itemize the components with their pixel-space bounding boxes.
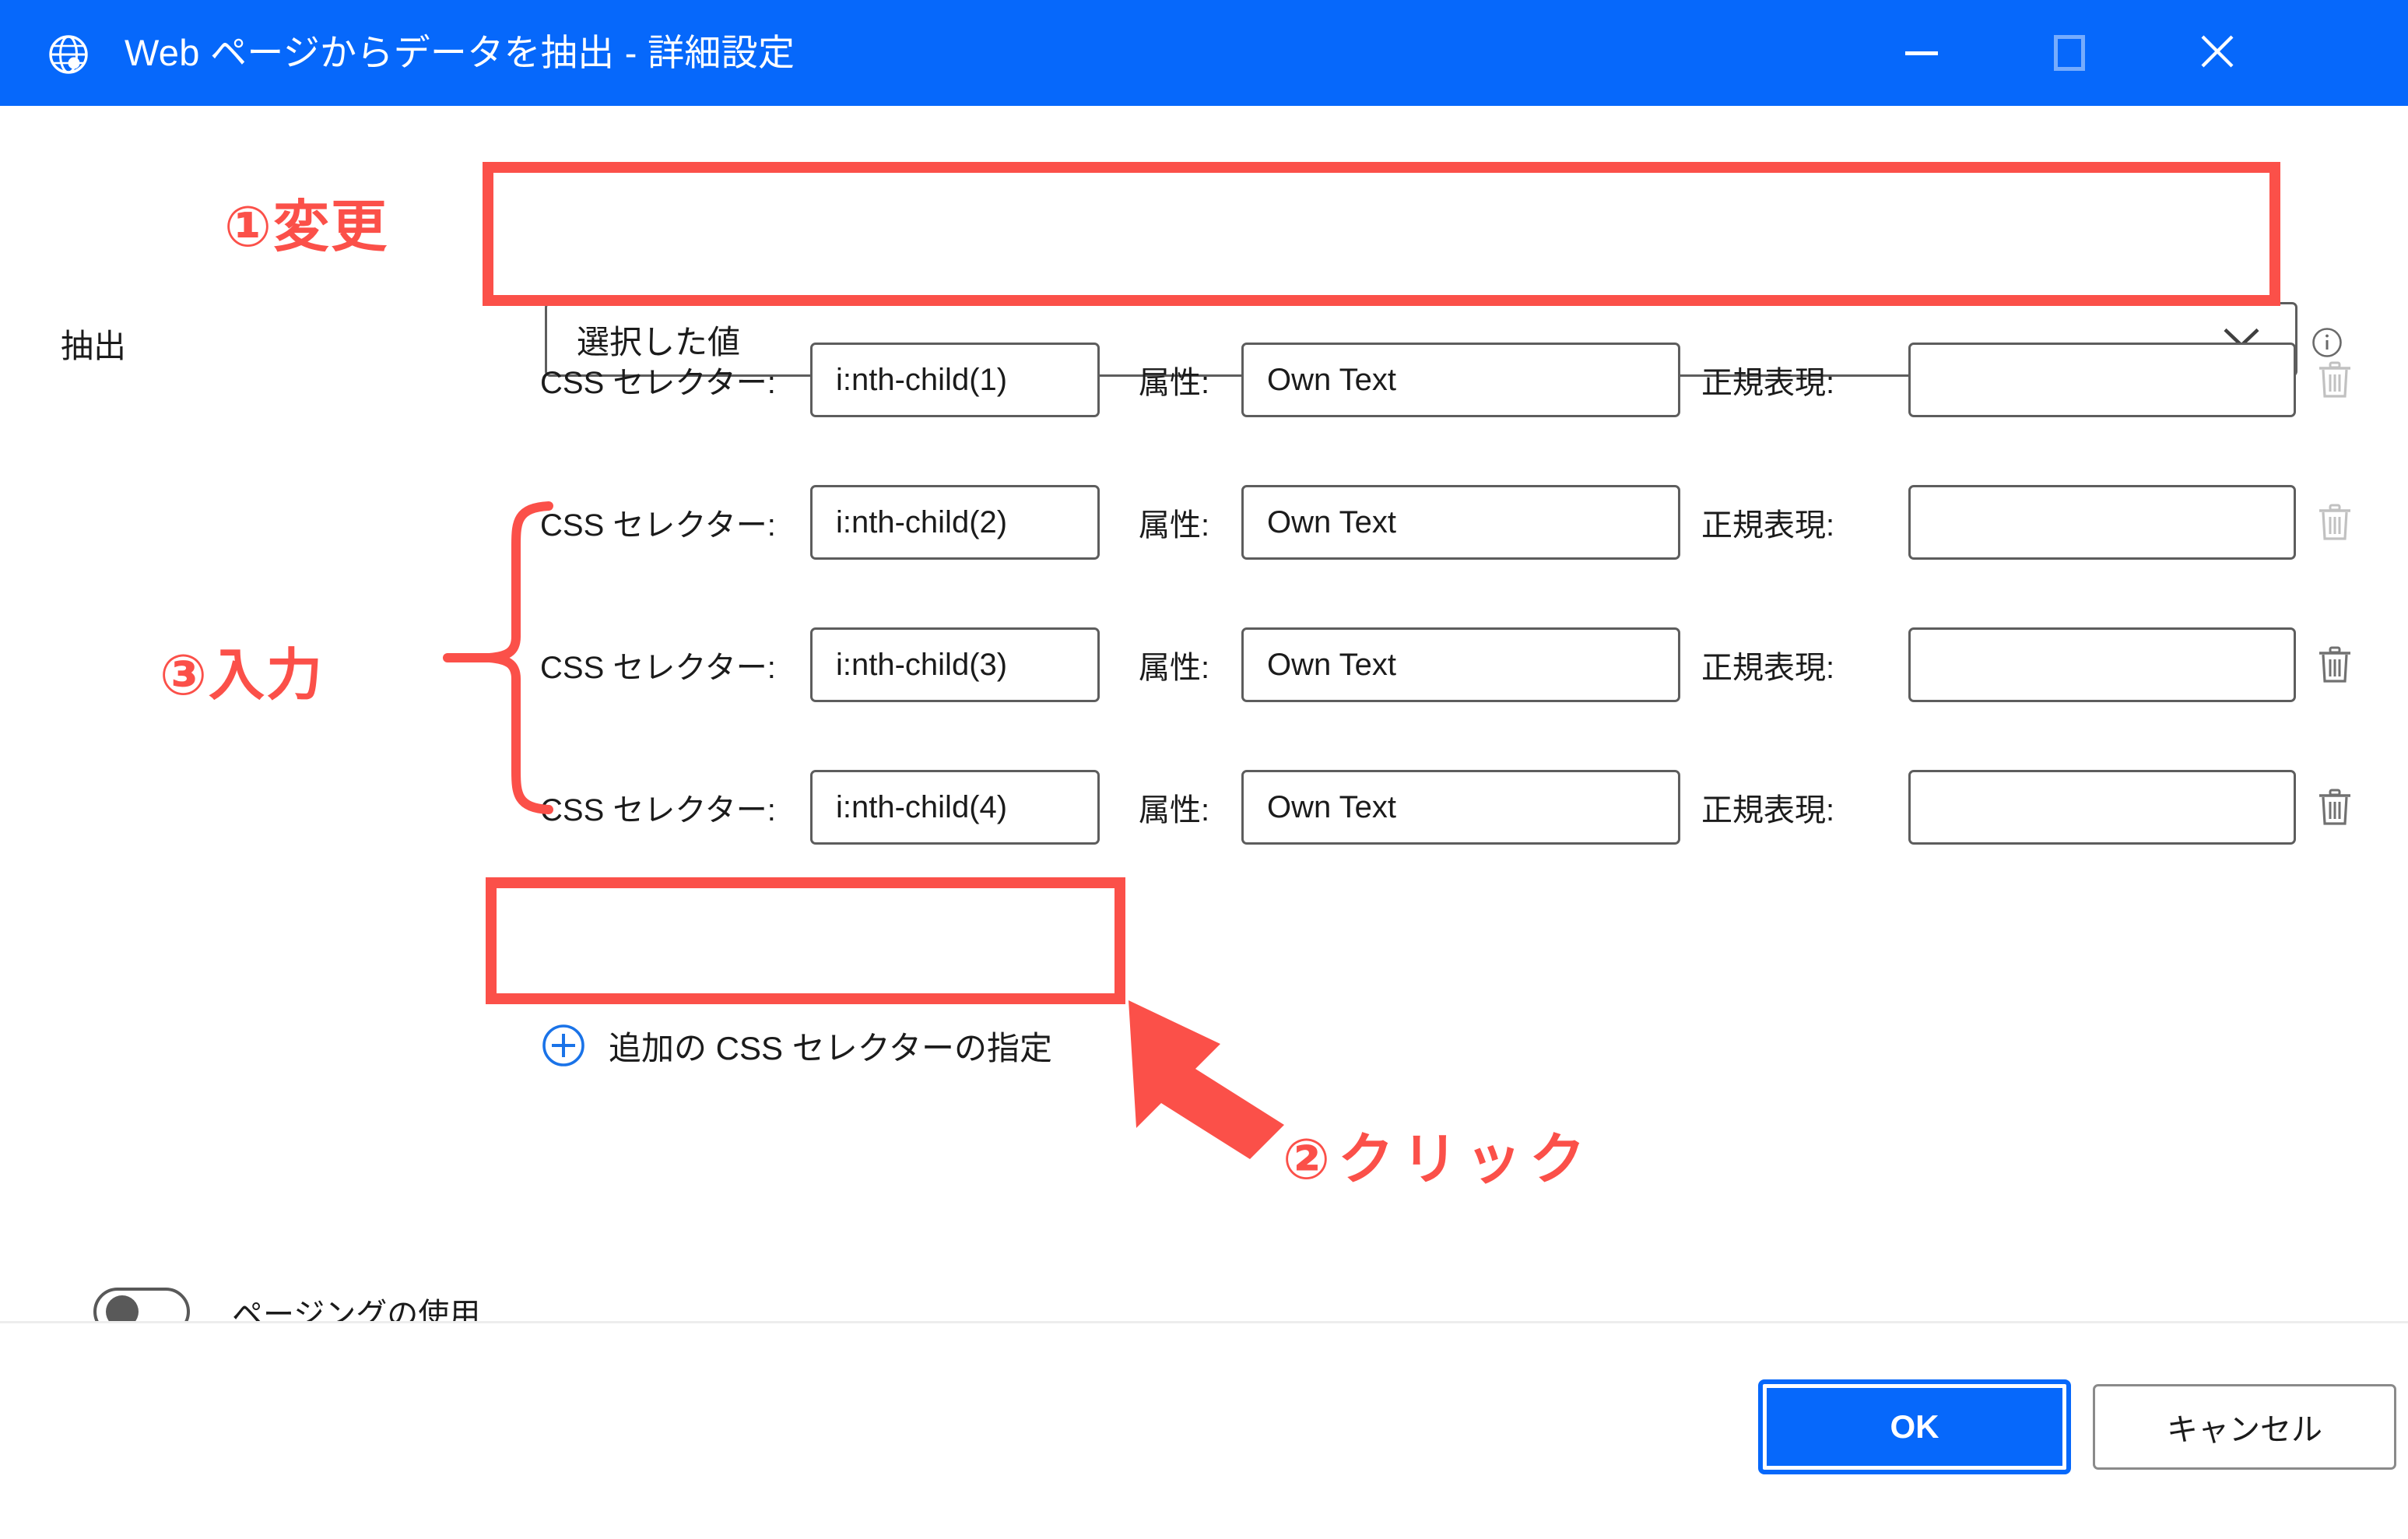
css-selector-input[interactable]: i:nth-child(4) bbox=[810, 770, 1100, 845]
css-selector-value: i:nth-child(1) bbox=[836, 362, 1008, 397]
regex-label: 正規表現: bbox=[1701, 651, 1835, 685]
attribute-label: 属性: bbox=[1139, 651, 1210, 685]
attribute-label: 属性: bbox=[1139, 793, 1210, 827]
close-button[interactable] bbox=[2159, 0, 2276, 106]
minimize-icon bbox=[1905, 51, 1938, 55]
table-row: CSS セレクター: i:nth-child(3) 属性: Own Text 正… bbox=[0, 627, 2408, 702]
attribute-input[interactable]: Own Text bbox=[1241, 485, 1680, 560]
css-selector-input[interactable]: i:nth-child(2) bbox=[810, 485, 1100, 560]
trash-icon[interactable] bbox=[2318, 504, 2352, 541]
globe-icon bbox=[48, 34, 89, 75]
regex-label: 正規表現: bbox=[1701, 508, 1835, 543]
trash-icon[interactable] bbox=[2318, 789, 2352, 826]
css-selector-value: i:nth-child(4) bbox=[836, 789, 1008, 824]
add-css-selector-label: 追加の CSS セレクターの指定 bbox=[609, 1029, 1053, 1066]
minimize-button[interactable] bbox=[1863, 0, 1980, 106]
css-selector-input[interactable]: i:nth-child(1) bbox=[810, 343, 1100, 417]
attribute-value: Own Text bbox=[1267, 647, 1396, 682]
table-row: CSS セレクター: i:nth-child(4) 属性: Own Text 正… bbox=[0, 770, 2408, 845]
table-row: CSS セレクター: i:nth-child(1) 属性: Own Text 正… bbox=[0, 343, 2408, 417]
attribute-input[interactable]: Own Text bbox=[1241, 627, 1680, 702]
css-selector-input[interactable]: i:nth-child(3) bbox=[810, 627, 1100, 702]
plus-circle-icon bbox=[542, 1024, 585, 1067]
regex-input[interactable] bbox=[1908, 343, 2296, 417]
trash-icon[interactable] bbox=[2318, 361, 2352, 399]
table-row: CSS セレクター: i:nth-child(2) 属性: Own Text 正… bbox=[0, 485, 2408, 560]
attribute-input[interactable]: Own Text bbox=[1241, 343, 1680, 417]
css-selector-label: CSS セレクター: bbox=[540, 508, 776, 543]
css-selector-label: CSS セレクター: bbox=[540, 793, 776, 827]
attribute-value: Own Text bbox=[1267, 789, 1396, 824]
attribute-label: 属性: bbox=[1139, 508, 1210, 543]
trash-icon[interactable] bbox=[2318, 646, 2352, 683]
attribute-value: Own Text bbox=[1267, 362, 1396, 397]
css-selector-value: i:nth-child(2) bbox=[836, 504, 1008, 539]
regex-label: 正規表現: bbox=[1701, 793, 1835, 827]
attribute-label: 属性: bbox=[1139, 366, 1210, 400]
regex-input[interactable] bbox=[1908, 627, 2296, 702]
title-bar: Web ページからデータを抽出 - 詳細設定 bbox=[0, 0, 2408, 106]
regex-label: 正規表現: bbox=[1701, 366, 1835, 400]
cancel-button[interactable]: キャンセル bbox=[2093, 1384, 2396, 1470]
close-icon bbox=[2199, 33, 2236, 74]
maximize-icon bbox=[2054, 35, 2085, 71]
dialog-window: Web ページからデータを抽出 - 詳細設定 抽出 選択した値 CSS セレクタ… bbox=[0, 0, 2408, 1539]
regex-input[interactable] bbox=[1908, 770, 2296, 845]
css-selector-label: CSS セレクター: bbox=[540, 651, 776, 685]
css-selector-value: i:nth-child(3) bbox=[836, 647, 1008, 682]
attribute-value: Own Text bbox=[1267, 504, 1396, 539]
window-title: Web ページからデータを抽出 - 詳細設定 bbox=[125, 32, 795, 73]
dialog-body: 抽出 選択した値 CSS セレクター: i:nth-child(1) 属性: O… bbox=[0, 106, 2408, 1336]
ok-button[interactable]: OK bbox=[1758, 1379, 2071, 1474]
maximize-button[interactable] bbox=[2011, 0, 2128, 106]
attribute-input[interactable]: Own Text bbox=[1241, 770, 1680, 845]
css-selector-label: CSS セレクター: bbox=[540, 366, 776, 400]
add-css-selector-button[interactable]: 追加の CSS セレクターの指定 bbox=[542, 1013, 1052, 1078]
regex-input[interactable] bbox=[1908, 485, 2296, 560]
